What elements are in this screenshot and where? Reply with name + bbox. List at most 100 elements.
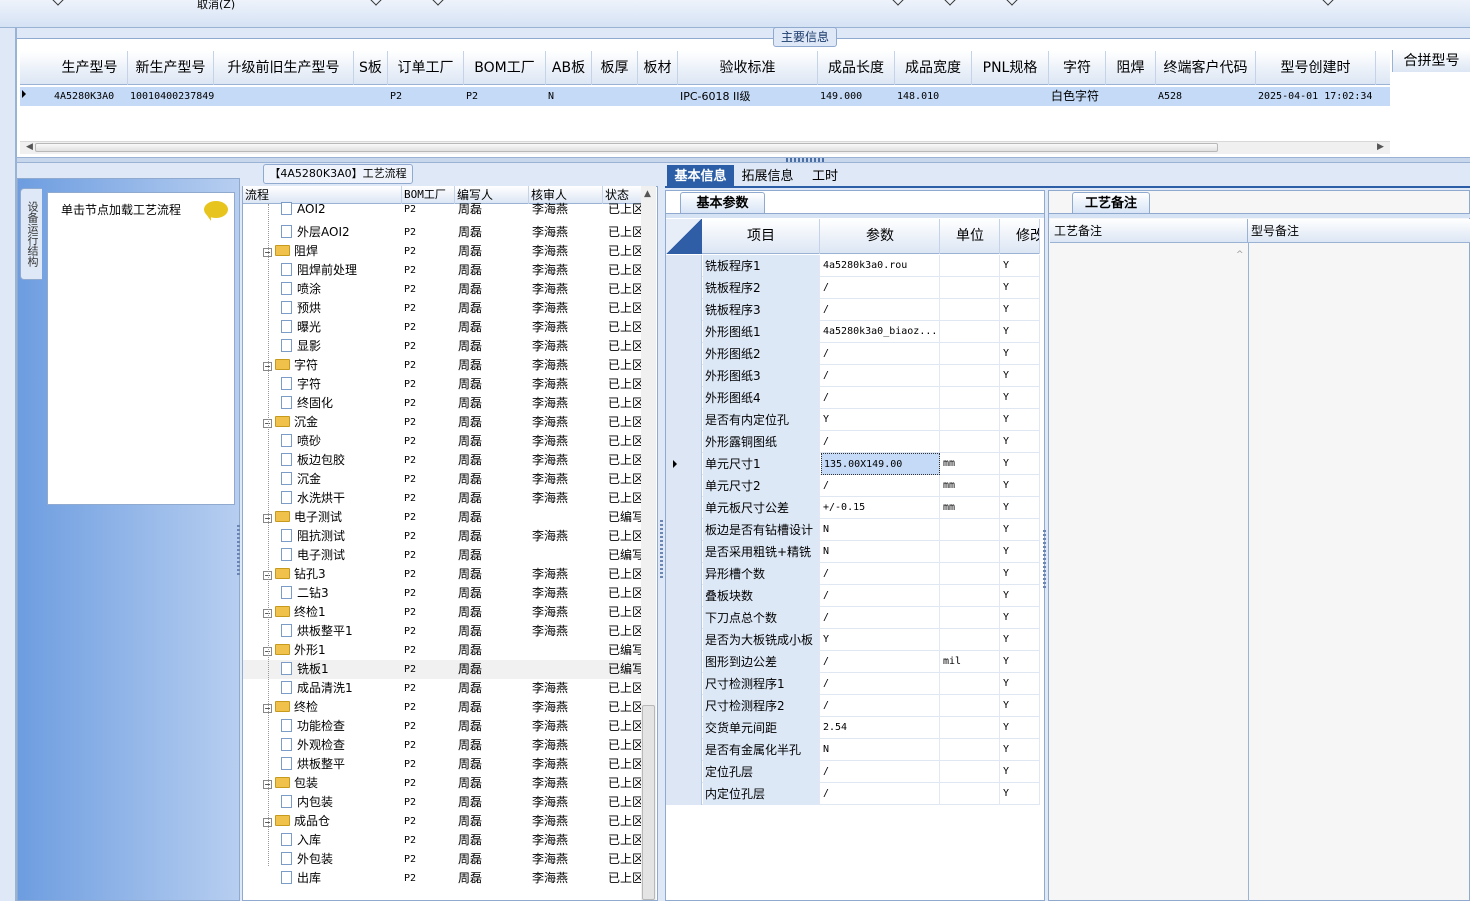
params-cell-mod[interactable]: Y bbox=[1001, 629, 1040, 651]
params-cell-unit[interactable]: mm bbox=[941, 453, 1000, 475]
main-grid-header-cell[interactable]: 订单工厂 bbox=[388, 51, 464, 85]
main-grid-header-cell[interactable]: 板厚 bbox=[592, 51, 638, 85]
tree-node[interactable]: 烘板整平 bbox=[281, 755, 401, 774]
tree-node[interactable]: 外包装 bbox=[281, 850, 401, 869]
tree-cell-writer[interactable]: 周磊 bbox=[458, 755, 528, 774]
tree-cell-bom[interactable]: P2 bbox=[404, 200, 454, 219]
scroll-left-icon[interactable]: ◀ bbox=[26, 142, 33, 152]
tree-row[interactable]: − 钻孔3 P2 周磊 李海燕 已上区 bbox=[243, 565, 643, 584]
tree-cell-bom[interactable]: P2 bbox=[404, 223, 454, 242]
tree-row[interactable]: 阻焊前处理 P2 周磊 李海燕 已上区 bbox=[243, 261, 643, 280]
tree-cell-status[interactable]: 已上区 bbox=[608, 717, 643, 736]
tree-node[interactable]: 铣板1 bbox=[281, 660, 401, 679]
row-header[interactable] bbox=[666, 321, 702, 343]
main-grid-header-cell[interactable]: 成品长度 bbox=[818, 51, 895, 85]
tree-row[interactable]: 入库 P2 周磊 李海燕 已上区 bbox=[243, 831, 643, 850]
tree-cell-status[interactable]: 已上区 bbox=[608, 812, 643, 831]
tree-cell-status[interactable]: 已上区 bbox=[608, 451, 643, 470]
params-cell-mod[interactable]: Y bbox=[1001, 321, 1040, 343]
tree-row[interactable]: 外包装 P2 周磊 李海燕 已上区 bbox=[243, 850, 643, 869]
tree-cell-reviewer[interactable]: 李海燕 bbox=[532, 432, 602, 451]
params-cell-unit[interactable] bbox=[941, 783, 1000, 805]
params-cell-item[interactable]: 是否有内定位孔 bbox=[703, 409, 820, 431]
tree-cell-reviewer[interactable]: 李海燕 bbox=[532, 755, 602, 774]
main-grid-header-cell[interactable]: 阻焊 bbox=[1106, 51, 1156, 85]
main-grid-header-cell[interactable]: AB板 bbox=[546, 51, 592, 85]
params-cell-item[interactable]: 是否为大板铣成小板 bbox=[703, 629, 820, 651]
params-cell-mod[interactable]: Y bbox=[1001, 585, 1040, 607]
params-cell-unit[interactable] bbox=[941, 761, 1000, 783]
tree-row[interactable]: 烘板整平 P2 周磊 李海燕 已上区 bbox=[243, 755, 643, 774]
tree-cell-status[interactable]: 已上区 bbox=[608, 584, 643, 603]
params-cell-mod[interactable]: Y bbox=[1001, 365, 1040, 387]
params-cell-unit[interactable] bbox=[941, 673, 1000, 695]
params-cell-mod[interactable]: Y bbox=[1001, 541, 1040, 563]
main-grid-header-cell[interactable]: 型号创建时 bbox=[1256, 51, 1376, 85]
chevron-down-icon[interactable] bbox=[432, 0, 444, 6]
params-header-item[interactable]: 项目 bbox=[703, 219, 820, 254]
tree-cell-reviewer[interactable]: 李海燕 bbox=[532, 470, 602, 489]
tree-node[interactable]: − 外形1 bbox=[263, 641, 401, 660]
row-header[interactable] bbox=[666, 585, 702, 607]
params-row[interactable]: 是否采用粗铣+精铣 N Y bbox=[666, 541, 1040, 563]
tree-cell-bom[interactable]: P2 bbox=[404, 831, 454, 850]
params-cell-item[interactable]: 下刀点总个数 bbox=[703, 607, 820, 629]
params-cell-param[interactable]: / bbox=[821, 299, 940, 321]
params-row[interactable]: 内定位孔层 / Y bbox=[666, 783, 1040, 805]
scroll-up-icon[interactable]: ^ bbox=[1236, 250, 1244, 260]
notes-header-model[interactable]: 型号备注 bbox=[1248, 219, 1470, 243]
params-cell-unit[interactable] bbox=[941, 255, 1000, 277]
params-cell-param[interactable]: 135.00X149.00 bbox=[821, 453, 940, 475]
params-header-modify[interactable]: 修改 bbox=[1001, 219, 1040, 254]
params-cell-mod[interactable]: Y bbox=[1001, 343, 1040, 365]
params-cell-unit[interactable] bbox=[941, 717, 1000, 739]
tree-cell-writer[interactable]: 周磊 bbox=[458, 451, 528, 470]
params-row[interactable]: 外形露铜图纸 / Y bbox=[666, 431, 1040, 453]
tree-cell-writer[interactable]: 周磊 bbox=[458, 489, 528, 508]
tree-cell-writer[interactable]: 周磊 bbox=[458, 527, 528, 546]
tree-row[interactable]: − 字符 P2 周磊 李海燕 已上区 bbox=[243, 356, 643, 375]
scroll-right-icon[interactable]: ▶ bbox=[1377, 142, 1384, 152]
params-cell-item[interactable]: 外形图纸3 bbox=[703, 365, 820, 387]
tree-cell-writer[interactable]: 周磊 bbox=[458, 413, 528, 432]
tree-cell-writer[interactable]: 周磊 bbox=[458, 318, 528, 337]
tab-basic-params[interactable]: 基本参数 bbox=[680, 192, 765, 214]
tree-cell-status[interactable]: 已编写 bbox=[608, 660, 643, 679]
tree-cell-writer[interactable]: 周磊 bbox=[458, 812, 528, 831]
tree-row[interactable]: 字符 P2 周磊 李海燕 已上区 bbox=[243, 375, 643, 394]
tree-cell-status[interactable]: 已上区 bbox=[608, 527, 643, 546]
tree-cell-status[interactable]: 已编写 bbox=[608, 546, 643, 565]
row-header[interactable] bbox=[666, 475, 702, 497]
tree-cell-bom[interactable]: P2 bbox=[404, 679, 454, 698]
tree-cell-reviewer[interactable] bbox=[532, 641, 602, 660]
tree-cell-bom[interactable]: P2 bbox=[404, 299, 454, 318]
params-cell-unit[interactable] bbox=[941, 431, 1000, 453]
params-cell-mod[interactable]: Y bbox=[1001, 563, 1040, 585]
tree-cell-bom[interactable]: P2 bbox=[404, 242, 454, 261]
tree-node[interactable]: 二钻3 bbox=[281, 584, 401, 603]
params-cell-mod[interactable]: Y bbox=[1001, 277, 1040, 299]
row-header[interactable] bbox=[666, 629, 702, 651]
vertical-tab[interactable]: 设备运行结构 bbox=[20, 188, 42, 280]
tree-cell-writer[interactable]: 周磊 bbox=[458, 831, 528, 850]
tree-cell-reviewer[interactable]: 李海燕 bbox=[532, 451, 602, 470]
tree-cell-status[interactable]: 已上区 bbox=[608, 565, 643, 584]
params-cell-param[interactable]: / bbox=[821, 277, 940, 299]
tree-cell-bom[interactable]: P2 bbox=[404, 394, 454, 413]
tree-cell-bom[interactable]: P2 bbox=[404, 641, 454, 660]
tree-node[interactable]: AOI2 bbox=[281, 200, 401, 219]
params-cell-param[interactable]: / bbox=[821, 607, 940, 629]
tree-row[interactable]: 喷涂 P2 周磊 李海燕 已上区 bbox=[243, 280, 643, 299]
tree-cell-bom[interactable]: P2 bbox=[404, 413, 454, 432]
row-header[interactable] bbox=[666, 695, 702, 717]
tree-node[interactable]: 功能检查 bbox=[281, 717, 401, 736]
params-cell-item[interactable]: 外形图纸2 bbox=[703, 343, 820, 365]
params-cell-mod[interactable]: Y bbox=[1001, 475, 1040, 497]
tree-cell-reviewer[interactable]: 李海燕 bbox=[532, 736, 602, 755]
tab-extended-info[interactable]: 拓展信息 bbox=[740, 165, 795, 188]
row-header[interactable] bbox=[666, 387, 702, 409]
table-cell[interactable] bbox=[1106, 87, 1156, 106]
params-row[interactable]: 定位孔层 / Y bbox=[666, 761, 1040, 783]
tree-cell-bom[interactable]: P2 bbox=[404, 793, 454, 812]
tree-cell-status[interactable]: 已上区 bbox=[608, 337, 643, 356]
